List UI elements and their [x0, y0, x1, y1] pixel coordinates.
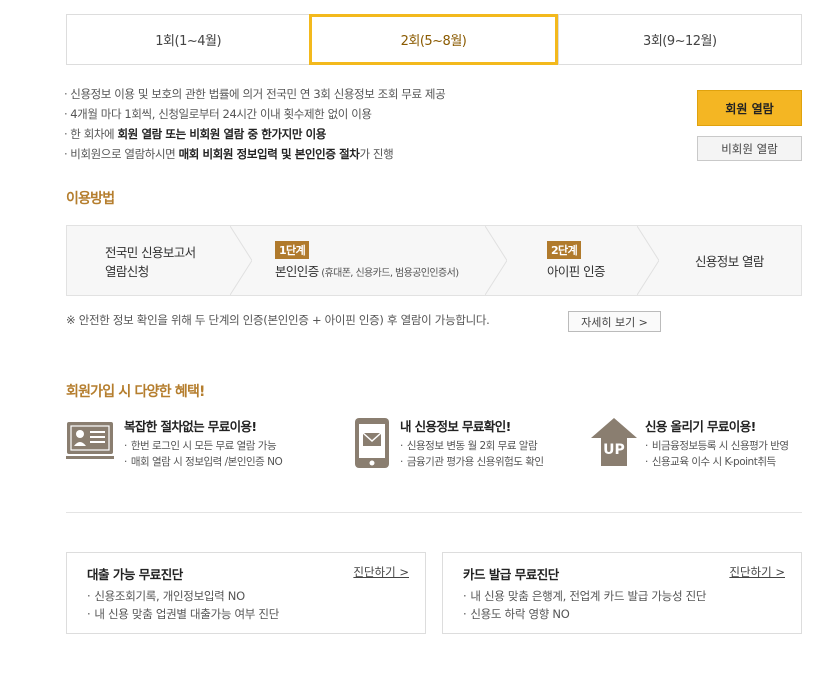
info-text: 가 진행: [359, 147, 394, 161]
tab-period-3[interactable]: 3회(9~12월): [557, 15, 801, 64]
step-view-label: 신용정보 열람: [695, 254, 764, 269]
diag-lines: 신용조회기록, 개인정보입력 NO 내 신용 맞춤 업권별 대출가능 여부 진단: [87, 587, 279, 623]
auth-notice: ※ 안전한 정보 확인을 위해 두 단계의 인증(본인인증 + 아이핀 인증) …: [66, 313, 490, 327]
id-card-icon: [66, 422, 114, 459]
benefit-title: 내 신용정보 무료확인!: [400, 419, 511, 434]
usage-steps: 전국민 신용보고서 열람신청 1단계 본인인증 (휴대폰, 신용카드, 범용공인…: [66, 225, 802, 296]
info-emphasis: 회원 열람 또는 비회원 열람 중 한가지만 이용: [117, 127, 327, 141]
step-chevron-icon: [637, 226, 659, 295]
diag-line: 신용조회기록, 개인정보입력 NO: [87, 587, 279, 605]
step-identity-label: 본인인증: [275, 264, 319, 279]
nonmember-view-button[interactable]: 비회원 열람: [697, 136, 802, 161]
up-icon-text: UP: [603, 442, 625, 458]
diag-line: 신용도 하락 영향 NO: [463, 605, 706, 623]
diag-title: 카드 발급 무료진단: [463, 567, 559, 582]
mobile-mail-icon: [355, 418, 389, 468]
info-text: 신용정보 이용 및 보호의 관한 법률에 의거 전국민 연 3회 신용정보 조회…: [70, 87, 446, 101]
benefit-line: 신용정보 변동 월 2회 무료 알람: [400, 438, 544, 454]
tab-period-1[interactable]: 1회(1~4월): [67, 15, 309, 64]
benefit-lines: 비금융정보등록 시 신용평가 반영 신용교육 이수 시 K-point취득: [645, 438, 789, 470]
info-list: 신용정보 이용 및 보호의 관한 법률에 의거 전국민 연 3회 신용정보 조회…: [64, 84, 445, 164]
diag-line: 내 신용 맞춤 업권별 대출가능 여부 진단: [87, 605, 279, 623]
step-apply-line2: 열람신청: [105, 263, 149, 279]
info-line: 신용정보 이용 및 보호의 관한 법률에 의거 전국민 연 3회 신용정보 조회…: [64, 84, 445, 104]
info-text: 4개월 마다 1회씩, 신청일로부터 24시간 이내 횟수제한 없이 이용: [70, 107, 372, 121]
step-identity: 1단계 본인인증 (휴대폰, 신용카드, 범용공인인증서): [275, 226, 515, 295]
benefit-line: 신용교육 이수 시 K-point취득: [645, 454, 789, 470]
info-line: 4개월 마다 1회씩, 신청일로부터 24시간 이내 횟수제한 없이 이용: [64, 104, 445, 124]
info-text: 비회원으로 열람하시면: [70, 147, 179, 161]
benefit-line: 비금융정보등록 시 신용평가 반영: [645, 438, 789, 454]
benefit-lines: 신용정보 변동 월 2회 무료 알람 금융기관 평가용 신용위험도 확인: [400, 438, 544, 470]
loan-diagnosis-box: 대출 가능 무료진단 진단하기 > 신용조회기록, 개인정보입력 NO 내 신용…: [66, 552, 426, 634]
tab-period-2[interactable]: 2회(5~8월): [309, 14, 558, 65]
benefit-line: 한번 로그인 시 모든 무료 열람 가능: [124, 438, 282, 454]
loan-diagnose-link[interactable]: 진단하기 >: [353, 564, 409, 580]
detail-button[interactable]: 자세히 보기 >: [568, 311, 661, 332]
period-tabs: 1회(1~4월) 2회(5~8월) 3회(9~12월): [66, 14, 802, 65]
benefits-title: 회원가입 시 다양한 혜택!: [66, 384, 205, 400]
step-badge: 2단계: [547, 241, 582, 259]
step-chevron-icon: [230, 226, 252, 295]
member-view-button[interactable]: 회원 열람: [697, 90, 802, 126]
benefit-title: 신용 올리기 무료이용!: [645, 419, 756, 434]
step-apply: 전국민 신용보고서 열람신청: [105, 226, 245, 295]
info-text: 한 회차에: [70, 127, 118, 141]
step-identity-sub: (휴대폰, 신용카드, 범용공인인증서): [318, 268, 459, 279]
card-diagnosis-box: 카드 발급 무료진단 진단하기 > 내 신용 맞춤 은행계, 전업계 카드 발급…: [442, 552, 802, 634]
divider: [66, 512, 802, 513]
card-diagnose-link[interactable]: 진단하기 >: [729, 564, 785, 580]
diag-line: 내 신용 맞춤 은행계, 전업계 카드 발급 가능성 진단: [463, 587, 706, 605]
step-apply-line1: 전국민 신용보고서: [105, 244, 196, 260]
step-badge: 1단계: [275, 241, 310, 259]
benefit-title: 복잡한 절차없는 무료이용!: [124, 419, 257, 434]
up-arrow-icon: UP: [591, 418, 637, 466]
info-line: 비회원으로 열람하시면 매회 비회원 정보입력 및 본인인증 절차가 진행: [64, 144, 445, 164]
step-view: 신용정보 열람: [695, 226, 795, 295]
benefit-lines: 한번 로그인 시 모든 무료 열람 가능 매회 열람 시 정보입력 /본인인증 …: [124, 438, 283, 470]
benefit-line: 금융기관 평가용 신용위험도 확인: [400, 454, 544, 470]
diag-lines: 내 신용 맞춤 은행계, 전업계 카드 발급 가능성 진단 신용도 하락 영향 …: [463, 587, 706, 623]
step-chevron-icon: [485, 226, 507, 295]
diag-title: 대출 가능 무료진단: [87, 567, 183, 582]
info-line: 한 회차에 회원 열람 또는 비회원 열람 중 한가지만 이용: [64, 124, 445, 144]
benefit-line: 매회 열람 시 정보입력 /본인인증 NO: [124, 454, 283, 470]
info-emphasis: 매회 비회원 정보입력 및 본인인증 절차: [178, 147, 360, 161]
usage-title: 이용방법: [66, 191, 115, 207]
